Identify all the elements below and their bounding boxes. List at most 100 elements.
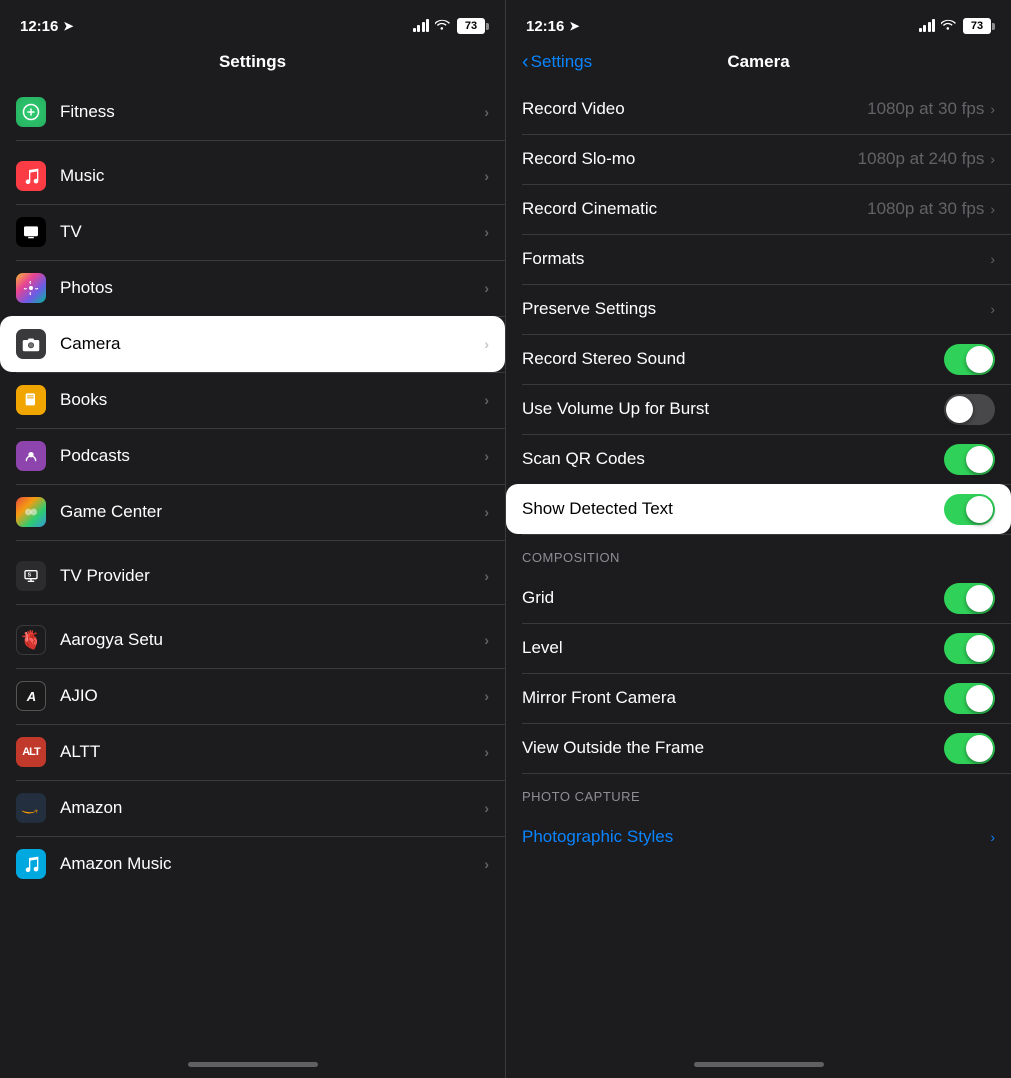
sidebar-item-fitness[interactable]: Fitness › (0, 84, 505, 140)
camera-setting-level[interactable]: Level (506, 623, 1011, 673)
record-stereo-toggle[interactable] (944, 344, 995, 375)
photographic-styles-label: Photographic Styles (522, 827, 990, 847)
left-time: 12:16 ➤ (20, 18, 73, 35)
podcasts-label: Podcasts (60, 446, 484, 466)
camera-setting-preserve[interactable]: Preserve Settings › (506, 284, 1011, 334)
camera-setting-volume-burst[interactable]: Use Volume Up for Burst (506, 384, 1011, 434)
right-signal-icon (919, 20, 936, 32)
right-status-icons: 73 (919, 18, 992, 34)
back-button[interactable]: ‹ Settings (522, 52, 592, 72)
record-cinematic-value: 1080p at 30 fps (867, 199, 984, 219)
aarogyasetu-icon-wrap: 🫀 (16, 625, 46, 655)
camera-setting-show-detected[interactable]: Show Detected Text (506, 484, 1011, 534)
right-panel: 12:16 ➤ 73 ‹ Settings Camera (505, 0, 1011, 1078)
amazon-icon-wrap (16, 793, 46, 823)
fitness-icon-wrap (16, 97, 46, 127)
record-video-chevron-icon: › (990, 101, 995, 117)
show-detected-toggle[interactable] (944, 494, 995, 525)
camera-setting-scan-qr[interactable]: Scan QR Codes (506, 434, 1011, 484)
sidebar-item-ajio[interactable]: A AJIO › (0, 668, 505, 724)
sidebar-item-aarogyasetu[interactable]: 🫀 Aarogya Setu › (0, 612, 505, 668)
tvprovider-icon-wrap: S (16, 561, 46, 591)
left-status-bar: 12:16 ➤ 73 (0, 0, 505, 44)
volume-burst-toggle[interactable] (944, 394, 995, 425)
formats-label: Formats (522, 249, 990, 269)
music-chevron-icon: › (484, 168, 489, 184)
left-wifi-icon (435, 18, 451, 34)
back-chevron-icon: ‹ (522, 52, 529, 72)
left-home-indicator (0, 1050, 505, 1078)
mirror-front-toggle[interactable] (944, 683, 995, 714)
camera-setting-record-cinematic[interactable]: Record Cinematic 1080p at 30 fps › (506, 184, 1011, 234)
sidebar-item-amazon[interactable]: Amazon › (0, 780, 505, 836)
amazon-label: Amazon (60, 798, 484, 818)
divider-1 (0, 140, 505, 148)
sidebar-item-camera[interactable]: Camera › (0, 316, 505, 372)
ajio-icon-wrap: A (16, 681, 46, 711)
camera-setting-formats[interactable]: Formats › (506, 234, 1011, 284)
level-toggle-knob (966, 635, 993, 662)
camera-setting-record-slomo[interactable]: Record Slo-mo 1080p at 240 fps › (506, 134, 1011, 184)
camera-setting-grid[interactable]: Grid (506, 573, 1011, 623)
right-battery-icon: 73 (963, 18, 991, 34)
mirror-front-toggle-knob (966, 685, 993, 712)
camera-setting-mirror-front[interactable]: Mirror Front Camera (506, 673, 1011, 723)
sidebar-item-altt[interactable]: ALT ALTT › (0, 724, 505, 780)
record-slomo-label: Record Slo-mo (522, 149, 858, 169)
sidebar-item-amazonmusic[interactable]: Amazon Music › (0, 836, 505, 892)
sidebar-item-tv[interactable]: TV › (0, 204, 505, 260)
record-cinematic-label: Record Cinematic (522, 199, 867, 219)
left-status-icons: 73 (413, 18, 486, 34)
left-signal-icon (413, 20, 430, 32)
music-icon-wrap (16, 161, 46, 191)
camera-setting-view-outside[interactable]: View Outside the Frame (506, 723, 1011, 773)
camera-setting-record-video[interactable]: Record Video 1080p at 30 fps › (506, 84, 1011, 134)
books-chevron-icon: › (484, 392, 489, 408)
camera-icon-wrap (16, 329, 46, 359)
grid-toggle[interactable] (944, 583, 995, 614)
settings-list: Fitness › Music › TV › Photos (0, 84, 505, 1050)
sidebar-item-books[interactable]: Books › (0, 372, 505, 428)
level-toggle[interactable] (944, 633, 995, 664)
altt-label: ALTT (60, 742, 484, 762)
right-location-icon: ➤ (569, 19, 579, 33)
view-outside-toggle[interactable] (944, 733, 995, 764)
camera-settings-list: Record Video 1080p at 30 fps › Record Sl… (506, 84, 1011, 1050)
tv-chevron-icon: › (484, 224, 489, 240)
scan-qr-toggle[interactable] (944, 444, 995, 475)
right-home-bar (694, 1062, 824, 1067)
right-time: 12:16 ➤ (526, 18, 579, 35)
gamecenter-icon-wrap (16, 497, 46, 527)
altt-icon-wrap: ALT (16, 737, 46, 767)
sidebar-item-tvprovider[interactable]: S TV Provider › (0, 548, 505, 604)
fitness-chevron-icon: › (484, 104, 489, 120)
level-label: Level (522, 638, 944, 658)
photos-icon-wrap (16, 273, 46, 303)
fitness-label: Fitness (60, 102, 484, 122)
amazonmusic-label: Amazon Music (60, 854, 484, 874)
show-detected-label: Show Detected Text (522, 499, 944, 519)
amazonmusic-chevron-icon: › (484, 856, 489, 872)
mirror-front-label: Mirror Front Camera (522, 688, 944, 708)
left-battery-icon: 73 (457, 18, 485, 34)
books-icon-wrap (16, 385, 46, 415)
right-wifi-icon (941, 18, 957, 34)
amazonmusic-icon-wrap (16, 849, 46, 879)
podcasts-icon-wrap (16, 441, 46, 471)
record-slomo-chevron-icon: › (990, 151, 995, 167)
preserve-settings-chevron-icon: › (990, 301, 995, 317)
divider-3 (0, 604, 505, 612)
sidebar-item-gamecenter[interactable]: Game Center › (0, 484, 505, 540)
camera-setting-photographic-styles[interactable]: Photographic Styles › (506, 812, 1011, 862)
volume-burst-label: Use Volume Up for Burst (522, 399, 944, 419)
sidebar-item-photos[interactable]: Photos › (0, 260, 505, 316)
composition-section-label: COMPOSITION (506, 534, 1011, 573)
gamecenter-label: Game Center (60, 502, 484, 522)
record-stereo-label: Record Stereo Sound (522, 349, 944, 369)
sidebar-item-podcasts[interactable]: Podcasts › (0, 428, 505, 484)
camera-chevron-icon: › (484, 336, 489, 352)
back-label: Settings (531, 52, 592, 72)
camera-setting-record-stereo[interactable]: Record Stereo Sound (506, 334, 1011, 384)
right-battery-text: 73 (971, 20, 983, 32)
sidebar-item-music[interactable]: Music › (0, 148, 505, 204)
